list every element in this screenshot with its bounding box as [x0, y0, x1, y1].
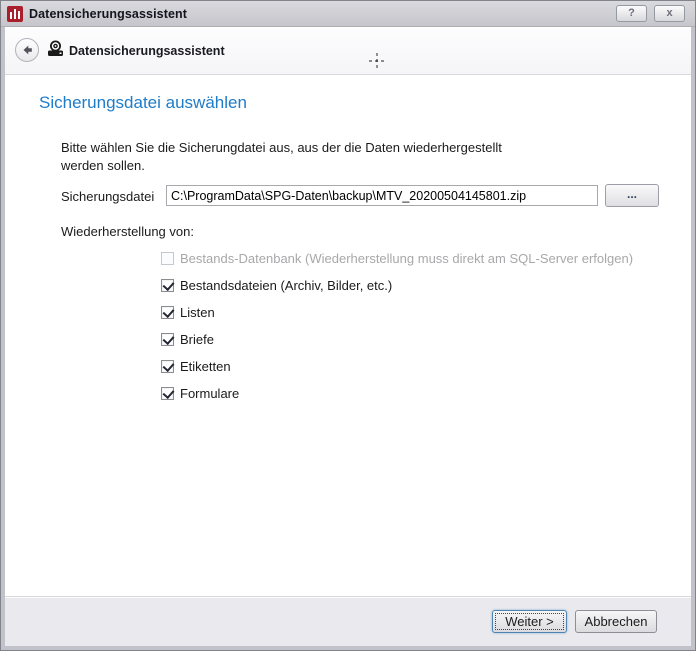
wizard-breadcrumb-title: Datensicherungsassistent	[69, 44, 225, 58]
wizard-footer: Weiter > Abbrechen	[5, 597, 691, 646]
restore-options-list: Bestands-Datenbank (Wiederherstellung mu…	[161, 251, 633, 413]
title-bar[interactable]: Datensicherungsassistent ? x	[1, 1, 695, 27]
page-title: Sicherungsdatei auswählen	[39, 93, 247, 113]
checkbox-label: Formulare	[180, 386, 239, 401]
checkbox-row-briefe: Briefe	[161, 332, 633, 346]
cancel-button[interactable]: Abbrechen	[575, 610, 657, 633]
backup-file-input[interactable]	[166, 185, 598, 206]
back-button[interactable]	[15, 38, 39, 62]
checkbox-label: Briefe	[180, 332, 214, 347]
back-arrow-icon	[20, 43, 34, 57]
checkbox-row-bestands-datenbank: Bestands-Datenbank (Wiederherstellung mu…	[161, 251, 633, 265]
next-button[interactable]: Weiter >	[492, 610, 567, 633]
backup-drive-icon	[47, 40, 65, 57]
checkbox-listen[interactable]	[161, 306, 174, 319]
backup-file-label: Sicherungsdatei	[61, 189, 154, 204]
wizard-content: Sicherungsdatei auswählen Bitte wählen S…	[5, 76, 691, 597]
checkbox-label: Listen	[180, 305, 215, 320]
checkbox-etiketten[interactable]	[161, 360, 174, 373]
dialog-window: Datensicherungsassistent ? x Datensicher…	[0, 0, 696, 651]
checkbox-bestands-datenbank[interactable]	[161, 252, 174, 265]
checkbox-formulare[interactable]	[161, 387, 174, 400]
checkbox-row-etiketten: Etiketten	[161, 359, 633, 373]
app-logo-icon	[7, 6, 23, 22]
intro-text: Bitte wählen Sie die Sicherungdatei aus,…	[61, 139, 502, 175]
close-button[interactable]: x	[654, 5, 685, 22]
checkbox-bestandsdateien[interactable]	[161, 279, 174, 292]
checkbox-row-listen: Listen	[161, 305, 633, 319]
checkbox-briefe[interactable]	[161, 333, 174, 346]
restore-from-label: Wiederherstellung von:	[61, 224, 194, 239]
checkbox-row-formulare: Formulare	[161, 386, 633, 400]
intro-line-2: werden sollen.	[61, 157, 502, 175]
browse-button[interactable]: ...	[605, 184, 659, 207]
checkbox-row-bestandsdateien: Bestandsdateien (Archiv, Bilder, etc.)	[161, 278, 633, 292]
checkbox-label: Etiketten	[180, 359, 231, 374]
checkbox-label: Bestands-Datenbank (Wiederherstellung mu…	[180, 251, 633, 266]
window-title: Datensicherungsassistent	[29, 7, 187, 21]
help-button[interactable]: ?	[616, 5, 647, 22]
crosshair-cursor	[369, 53, 385, 69]
wizard-header: Datensicherungsassistent	[5, 28, 691, 75]
checkbox-label: Bestandsdateien (Archiv, Bilder, etc.)	[180, 278, 392, 293]
intro-line-1: Bitte wählen Sie die Sicherungdatei aus,…	[61, 139, 502, 157]
